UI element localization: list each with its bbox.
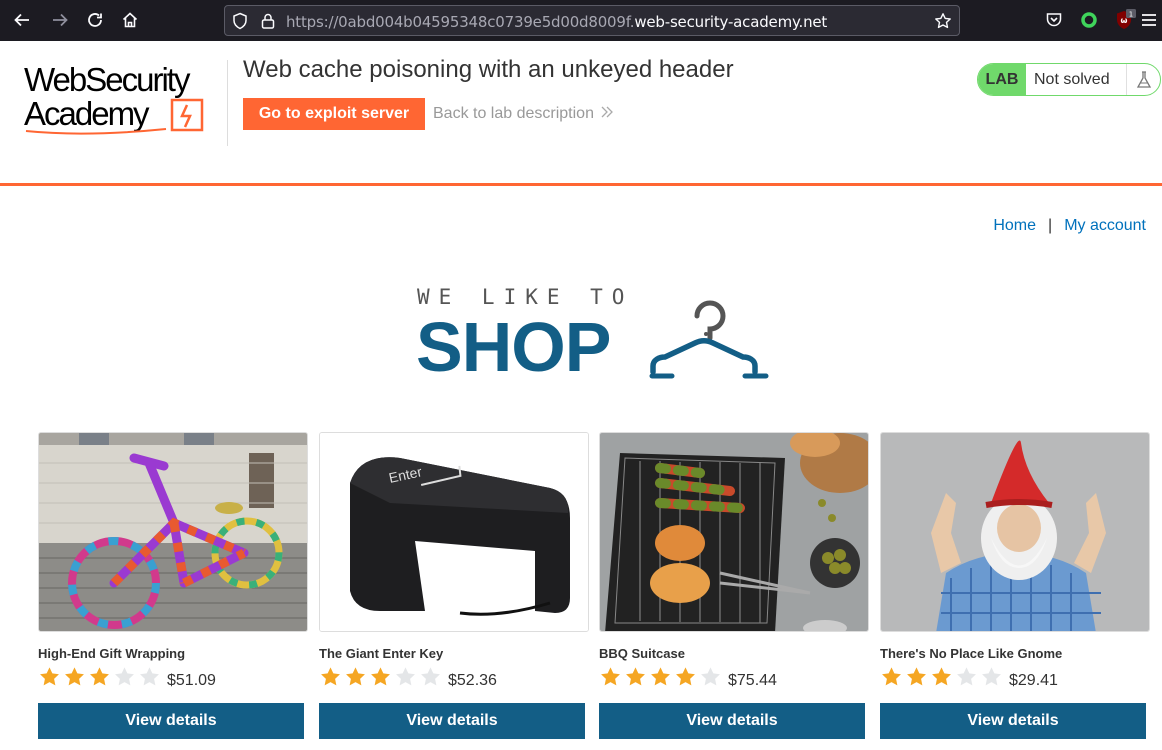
shop-logo: WE LIKE TO SHOP <box>416 285 771 386</box>
bookmark-star-icon[interactable] <box>934 12 952 30</box>
view-details-button[interactable]: View details <box>38 703 304 739</box>
my-account-link[interactable]: My account <box>1064 217 1146 235</box>
lab-title: Web cache poisoning with an unkeyed head… <box>243 56 734 83</box>
top-nav: Home | My account <box>993 217 1146 235</box>
back-arrow-icon[interactable] <box>10 8 34 32</box>
star-filled-icon <box>676 667 695 686</box>
shop-logo-wordmark: SHOP <box>416 308 611 386</box>
double-chevron-right-icon <box>600 105 614 123</box>
star-filled-icon <box>907 667 926 686</box>
product-image[interactable]: Enter <box>319 432 589 632</box>
star-empty-icon <box>982 667 1001 686</box>
go-to-exploit-server-button[interactable]: Go to exploit server <box>243 98 425 130</box>
product-price: $75.44 <box>728 672 777 689</box>
star-filled-icon <box>601 667 620 686</box>
star-filled-icon <box>346 667 365 686</box>
star-filled-icon <box>882 667 901 686</box>
view-details-button[interactable]: View details <box>599 703 865 739</box>
url-text: https://0abd004b04595348c0739e5d00d8009f… <box>286 13 828 31</box>
svg-text:Academy: Academy <box>24 95 150 132</box>
logo-divider <box>227 60 228 146</box>
web-security-academy-logo[interactable]: WebSecurity Academy <box>24 61 224 135</box>
back-to-lab-description-link[interactable]: Back to lab description <box>433 105 614 123</box>
star-empty-icon <box>701 667 720 686</box>
ublock-icon[interactable]: ω1 <box>1113 8 1137 32</box>
product-card: Enter The Giant Enter Key $52.36 View de… <box>319 432 589 739</box>
svg-text:1: 1 <box>1129 11 1133 19</box>
lab-status-text: Not solved <box>1034 70 1110 88</box>
product-card: There's No Place Like Gnome $29.41 View … <box>880 432 1150 739</box>
flask-icon[interactable] <box>1126 64 1160 95</box>
lab-header: WebSecurity Academy Web cache poisoning … <box>0 41 1162 184</box>
product-name: BBQ Suitcase <box>599 646 685 661</box>
address-bar[interactable]: https://0abd004b04595348c0739e5d00d8009f… <box>224 5 960 36</box>
star-filled-icon <box>651 667 670 686</box>
svg-text:WebSecurity: WebSecurity <box>24 63 191 98</box>
star-filled-icon <box>40 667 59 686</box>
star-filled-icon <box>90 667 109 686</box>
shop-logo-tagline: WE LIKE TO <box>417 285 634 309</box>
nav-separator: | <box>1048 217 1053 234</box>
lock-icon[interactable] <box>259 12 277 30</box>
star-empty-icon <box>957 667 976 686</box>
product-card: High-End Gift Wrapping $51.09 View detai… <box>38 432 308 739</box>
home-icon[interactable] <box>118 8 142 32</box>
product-rating: $51.09 <box>38 666 216 693</box>
star-filled-icon <box>626 667 645 686</box>
product-image[interactable] <box>38 432 308 632</box>
star-empty-icon <box>115 667 134 686</box>
back-link-label: Back to lab description <box>433 105 594 122</box>
product-price: $29.41 <box>1009 672 1058 689</box>
star-empty-icon <box>140 667 159 686</box>
star-filled-icon <box>321 667 340 686</box>
product-name: The Giant Enter Key <box>319 646 444 661</box>
pocket-icon[interactable] <box>1042 8 1066 32</box>
reload-icon[interactable] <box>83 8 107 32</box>
product-card: BBQ Suitcase $75.44 View details <box>599 432 869 739</box>
view-details-button[interactable]: View details <box>880 703 1146 739</box>
star-empty-icon <box>421 667 440 686</box>
product-rating: $52.36 <box>319 666 497 693</box>
product-name: There's No Place Like Gnome <box>880 646 1063 661</box>
product-rating: $29.41 <box>880 666 1058 693</box>
shield-icon[interactable] <box>231 12 249 30</box>
lab-badge: LAB <box>978 64 1026 95</box>
product-image[interactable] <box>880 432 1150 632</box>
star-filled-icon <box>371 667 390 686</box>
extension-circle-icon[interactable] <box>1077 8 1101 32</box>
product-rating: $75.44 <box>599 666 777 693</box>
star-filled-icon <box>932 667 951 686</box>
star-empty-icon <box>396 667 415 686</box>
product-name: High-End Gift Wrapping <box>38 646 186 661</box>
product-image[interactable] <box>599 432 869 632</box>
product-price: $52.36 <box>448 672 497 689</box>
browser-toolbar: https://0abd004b04595348c0739e5d00d8009f… <box>0 0 1162 41</box>
menu-icon[interactable] <box>1137 8 1161 32</box>
product-price: $51.09 <box>167 672 216 689</box>
home-link[interactable]: Home <box>993 217 1036 235</box>
lab-status-widget: LAB Not solved <box>977 63 1161 96</box>
view-details-button[interactable]: View details <box>319 703 585 739</box>
forward-arrow-icon[interactable] <box>48 8 72 32</box>
header-divider <box>0 183 1162 186</box>
star-filled-icon <box>65 667 84 686</box>
hanger-icon <box>649 300 769 379</box>
